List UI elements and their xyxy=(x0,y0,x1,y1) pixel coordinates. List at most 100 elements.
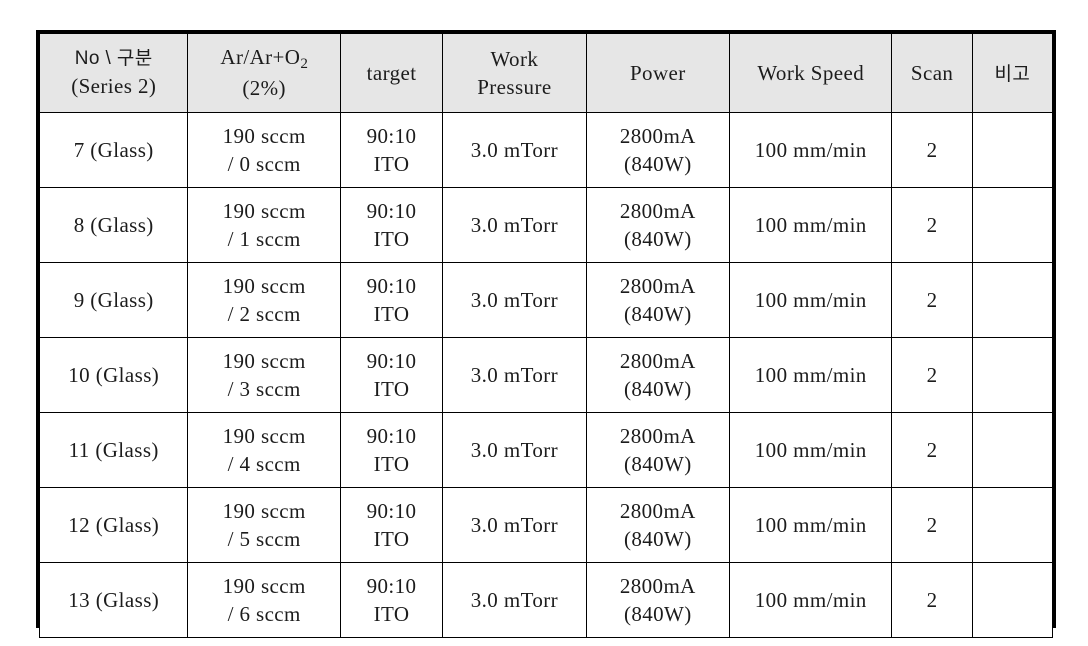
cell-target-line2: ITO xyxy=(373,527,410,551)
cell-power-line1: 2800mA xyxy=(619,198,696,223)
cell-scan-value: 2 xyxy=(926,587,938,612)
cell-no: 10 (Glass) xyxy=(38,337,189,413)
column-header-work-speed-label: Work Speed xyxy=(757,60,865,85)
cell-gas-flow-line2: / 3 sccm xyxy=(227,377,301,401)
cell-work-pressure-value: 3.0 mTorr xyxy=(470,512,559,537)
cell-no-value: 11 (Glass) xyxy=(68,437,159,462)
cell-power: 2800mA (840W) xyxy=(585,112,731,188)
cell-work-pressure: 3.0 mTorr xyxy=(442,337,587,413)
cell-work-pressure: 3.0 mTorr xyxy=(442,412,587,488)
cell-gas-flow-line2: / 5 sccm xyxy=(227,527,301,551)
cell-power: 2800mA (840W) xyxy=(585,187,731,263)
table-header: No \ 구분 (Series 2) Ar/Ar+O2 (2%) target xyxy=(38,33,1054,113)
cell-gas-flow-line1: 190 sccm xyxy=(222,348,306,373)
cell-scan: 2 xyxy=(891,112,973,188)
cell-target: 90:10 ITO xyxy=(339,112,444,188)
cell-target: 90:10 ITO xyxy=(339,487,444,563)
cell-gas-flow: 190 sccm / 0 sccm xyxy=(187,112,341,188)
cell-gas-flow-line2: / 0 sccm xyxy=(227,152,301,176)
cell-work-speed-value: 100 mm/min xyxy=(754,437,867,462)
cell-target: 90:10 ITO xyxy=(339,262,444,338)
cell-power-line2: (840W) xyxy=(623,527,692,551)
cell-work-pressure-value: 3.0 mTorr xyxy=(470,437,559,462)
cell-power: 2800mA (840W) xyxy=(585,412,731,488)
cell-scan-value: 2 xyxy=(926,362,938,387)
cell-target-line2: ITO xyxy=(373,152,410,176)
cell-gas-flow-line2: / 2 sccm xyxy=(227,302,301,326)
column-header-work-pressure-line2: Pressure xyxy=(477,75,552,99)
column-header-gas-line1: Ar/Ar+O2 xyxy=(220,45,308,73)
table-row[interactable]: 8 (Glass) 190 sccm / 1 sccm 90:10 ITO 3.0 mTo… xyxy=(38,187,1054,263)
cell-no: 13 (Glass) xyxy=(38,562,189,638)
column-header-scan: Scan xyxy=(891,33,973,113)
cell-gas-flow: 190 sccm / 1 sccm xyxy=(187,187,341,263)
table-row[interactable]: 9 (Glass) 190 sccm / 2 sccm 90:10 ITO 3.0 mTo… xyxy=(38,262,1054,338)
cell-work-pressure-value: 3.0 mTorr xyxy=(470,212,559,237)
cell-power-line1: 2800mA xyxy=(619,348,696,373)
cell-target-line2: ITO xyxy=(373,302,410,326)
cell-work-speed: 100 mm/min xyxy=(729,187,893,263)
cell-target-line1: 90:10 xyxy=(366,273,417,298)
column-header-gas-line2: (2%) xyxy=(242,76,286,101)
spec-table-container: No \ 구분 (Series 2) Ar/Ar+O2 (2%) target xyxy=(36,30,1056,638)
cell-no: 7 (Glass) xyxy=(38,112,189,188)
cell-target-line1: 90:10 xyxy=(366,423,417,448)
cell-no: 11 (Glass) xyxy=(38,412,189,488)
cell-scan: 2 xyxy=(891,487,973,563)
table-row[interactable]: 7 (Glass) 190 sccm / 0 sccm 90:10 ITO 3.0 mTo… xyxy=(38,112,1054,188)
column-header-target: target xyxy=(339,33,444,113)
table-row[interactable]: 13 (Glass) 190 sccm / 6 sccm 90:10 ITO 3.0 mT… xyxy=(38,562,1054,638)
cell-note xyxy=(971,562,1054,638)
cell-target-line2: ITO xyxy=(373,227,410,251)
cell-power-line1: 2800mA xyxy=(619,498,696,523)
cell-target-line1: 90:10 xyxy=(366,573,417,598)
cell-work-pressure: 3.0 mTorr xyxy=(442,262,587,338)
cell-work-speed: 100 mm/min xyxy=(729,487,893,563)
cell-power-line2: (840W) xyxy=(623,152,692,176)
table-row[interactable]: 12 (Glass) 190 sccm / 5 sccm 90:10 ITO 3.0 mT… xyxy=(38,487,1054,563)
column-header-power-label: Power xyxy=(629,60,686,85)
column-header-note-label: 비고 xyxy=(994,63,1031,85)
cell-power-line2: (840W) xyxy=(623,602,692,626)
cell-work-speed-value: 100 mm/min xyxy=(754,212,867,237)
cell-gas-flow: 190 sccm / 2 sccm xyxy=(187,262,341,338)
cell-power: 2800mA (840W) xyxy=(585,337,731,413)
cell-work-pressure-value: 3.0 mTorr xyxy=(470,137,559,162)
cell-work-speed-value: 100 mm/min xyxy=(754,287,867,312)
cell-target: 90:10 ITO xyxy=(339,562,444,638)
cell-work-speed: 100 mm/min xyxy=(729,337,893,413)
column-header-power: Power xyxy=(585,33,731,113)
cell-power-line1: 2800mA xyxy=(619,273,696,298)
cell-power-line1: 2800mA xyxy=(619,123,696,148)
cell-note xyxy=(971,412,1054,488)
cell-gas-flow-line1: 190 sccm xyxy=(222,498,306,523)
cell-no: 12 (Glass) xyxy=(38,487,189,563)
column-header-no-line2: (Series 2) xyxy=(71,73,157,98)
cell-scan-value: 2 xyxy=(926,137,938,162)
cell-work-pressure: 3.0 mTorr xyxy=(442,112,587,188)
cell-no: 9 (Glass) xyxy=(38,262,189,338)
cell-gas-flow-line2: / 4 sccm xyxy=(227,452,301,476)
cell-note xyxy=(971,262,1054,338)
table-body: 7 (Glass) 190 sccm / 0 sccm 90:10 ITO 3.0 mTo… xyxy=(38,112,1054,638)
header-row: No \ 구분 (Series 2) Ar/Ar+O2 (2%) target xyxy=(38,33,1054,113)
cell-work-speed-value: 100 mm/min xyxy=(754,587,867,612)
cell-target: 90:10 ITO xyxy=(339,412,444,488)
cell-no-value: 12 (Glass) xyxy=(68,512,160,537)
process-condition-table: No \ 구분 (Series 2) Ar/Ar+O2 (2%) target xyxy=(38,33,1054,638)
cell-gas-flow-line2: / 6 sccm xyxy=(227,602,301,626)
cell-work-speed: 100 mm/min xyxy=(729,112,893,188)
cell-power-line2: (840W) xyxy=(623,377,692,401)
cell-power-line1: 2800mA xyxy=(619,573,696,598)
cell-power: 2800mA (840W) xyxy=(585,262,731,338)
cell-target-line2: ITO xyxy=(373,602,410,626)
column-header-work-pressure: Work Pressure xyxy=(442,33,587,113)
cell-work-pressure: 3.0 mTorr xyxy=(442,487,587,563)
cell-gas-flow-line1: 190 sccm xyxy=(222,123,306,148)
table-row[interactable]: 10 (Glass) 190 sccm / 3 sccm 90:10 ITO 3.0 mT… xyxy=(38,337,1054,413)
column-header-note: 비고 xyxy=(971,33,1054,113)
table-row[interactable]: 11 (Glass) 190 sccm / 4 sccm 90:10 ITO 3.0 mT… xyxy=(38,412,1054,488)
cell-target: 90:10 ITO xyxy=(339,187,444,263)
cell-work-speed: 100 mm/min xyxy=(729,412,893,488)
cell-work-pressure-value: 3.0 mTorr xyxy=(470,362,559,387)
